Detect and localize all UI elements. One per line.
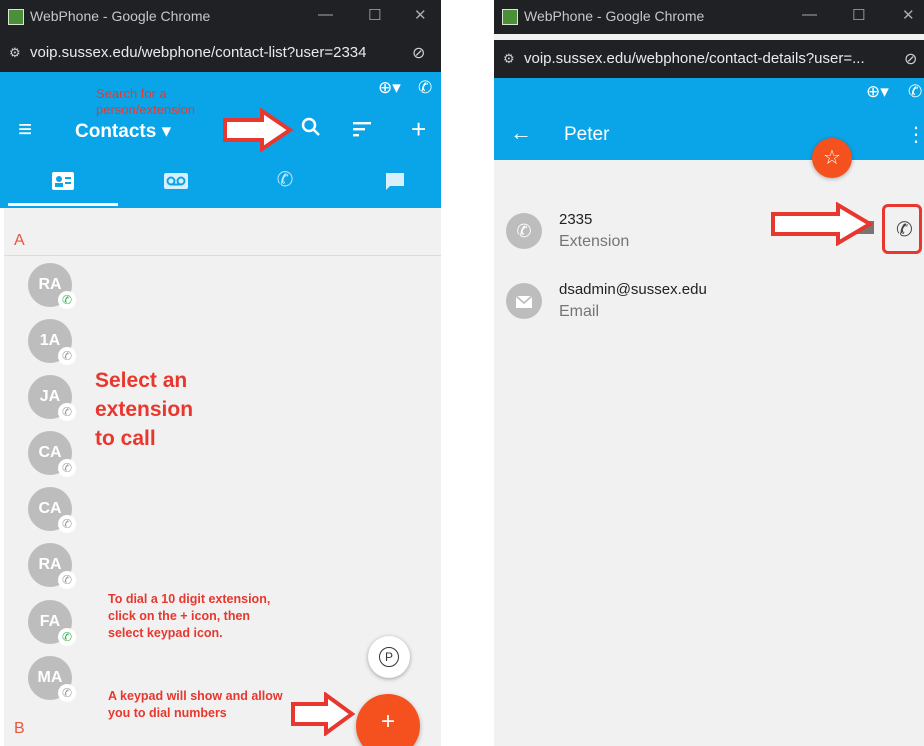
left-browser-window: WebPhone - Google Chrome — ☐ ✕ ⚙ voip.su… [0, 0, 441, 746]
contact-avatar[interactable]: FA ✆ [28, 600, 76, 646]
email-value: dsadmin@sussex.edu [559, 281, 707, 298]
status-row: ⊕▾ ✆ [494, 78, 924, 116]
contact-avatar[interactable]: CA ✆ [28, 431, 76, 477]
presence-phone-icon: ✆ [58, 403, 76, 421]
site-settings-icon[interactable]: ⚙ [503, 51, 515, 67]
red-arrow-icon [223, 108, 294, 152]
contact-avatar[interactable]: RA ✆ [28, 263, 76, 309]
dial-annotation: To dial a 10 digit extension, click on t… [108, 592, 271, 640]
contacts-card-icon [52, 171, 74, 190]
tab-call-history[interactable]: ✆ [230, 158, 340, 206]
tab-voicemail[interactable] [121, 158, 231, 206]
contact-avatar[interactable]: MA ✆ [28, 656, 76, 702]
right-window-title: WebPhone - Google Chrome [524, 8, 705, 24]
contact-avatar[interactable]: RA ✆ [28, 543, 76, 589]
left-window-title: WebPhone - Google Chrome [30, 8, 211, 24]
extension-number: 2335 [559, 211, 593, 228]
email-icon [506, 283, 542, 319]
email-label: Email [559, 303, 600, 320]
presence-phone-icon: ✆ [58, 684, 76, 702]
section-letter-b: B [14, 720, 25, 737]
close-icon[interactable]: ✕ [414, 6, 427, 24]
tab-contacts[interactable] [8, 158, 118, 206]
parking-icon: P [379, 647, 399, 667]
contact-avatar[interactable]: JA ✆ [28, 375, 76, 421]
annotation-line: Select an [95, 369, 188, 392]
chat-icon [386, 172, 404, 190]
minimize-icon[interactable]: — [318, 6, 333, 23]
globe-icon[interactable]: ⊕▾ [378, 78, 401, 98]
call-button-highlight [882, 204, 922, 254]
phone-status-icon[interactable]: ✆ [418, 78, 432, 98]
minimize-icon[interactable]: — [802, 6, 817, 23]
presence-phone-icon: ✆ [58, 628, 76, 646]
contacts-title[interactable]: Contacts ▾ [75, 120, 171, 143]
phone-history-icon: ✆ [276, 169, 294, 191]
search-annotation: Search for a person/extension [96, 86, 196, 117]
parking-fab[interactable]: P [368, 636, 410, 678]
add-contact-icon[interactable]: + [411, 114, 426, 145]
plus-icon: + [380, 708, 395, 735]
maximize-icon[interactable]: ☐ [852, 6, 865, 24]
keypad-annotation: A keypad will show and allow you to dial… [108, 689, 283, 720]
tab-messages[interactable] [340, 158, 441, 206]
presence-phone-icon: ✆ [58, 347, 76, 365]
search-icon[interactable] [300, 116, 322, 144]
annotation-line: extension [95, 398, 194, 421]
left-address-bar[interactable]: ⚙ voip.sussex.edu/webphone/contact-list?… [0, 34, 441, 72]
contact-avatar[interactable]: 1A ✆ [28, 319, 76, 365]
phone-status-icon[interactable]: ✆ [908, 82, 922, 102]
presence-phone-icon: ✆ [58, 571, 76, 589]
close-icon[interactable]: ✕ [902, 6, 915, 24]
more-vert-icon[interactable]: ⋮ [906, 122, 924, 147]
right-toolbar: ← Peter ⋮ [494, 112, 924, 160]
red-arrow-icon [771, 202, 874, 246]
right-browser-window: WebPhone - Google Chrome — ☐ ✕ ⚙ voip.su… [494, 0, 924, 746]
right-url[interactable]: voip.sussex.edu/webphone/contact-details… [524, 50, 865, 67]
hamburger-menu-icon[interactable]: ≡ [18, 116, 32, 144]
select-extension-annotation: Select an extension to call [95, 366, 193, 453]
back-arrow-icon[interactable]: ← [510, 120, 532, 146]
tracking-off-eye-icon[interactable]: ⊘ [904, 49, 917, 69]
section-letter-a: A [14, 232, 25, 249]
voicemail-icon [164, 172, 188, 189]
left-url[interactable]: voip.sussex.edu/webphone/contact-list?us… [30, 44, 366, 61]
phone-icon: ✆ [506, 213, 542, 249]
email-row[interactable]: dsadmin@sussex.edu Email [494, 275, 924, 331]
sort-icon[interactable] [352, 118, 372, 144]
contact-avatar[interactable]: CA ✆ [28, 487, 76, 533]
section-divider [4, 255, 441, 256]
globe-icon[interactable]: ⊕▾ [866, 82, 889, 102]
presence-phone-icon: ✆ [58, 515, 76, 533]
contact-name: Peter [564, 124, 610, 145]
favorite-fab[interactable]: ☆ [812, 138, 852, 178]
presence-phone-icon: ✆ [58, 291, 76, 309]
star-icon: ☆ [823, 147, 841, 169]
right-app-header: ⊕▾ ✆ ← Peter ⋮ [494, 78, 924, 160]
tracking-off-eye-icon[interactable]: ⊘ [412, 43, 425, 63]
right-title-bar: WebPhone - Google Chrome — ☐ ✕ [494, 0, 924, 34]
presence-phone-icon: ✆ [58, 459, 76, 477]
site-settings-icon[interactable]: ⚙ [9, 45, 21, 61]
webphone-favicon-icon [8, 9, 24, 25]
left-tab-bar: ✆ [0, 158, 441, 206]
webphone-favicon-icon [502, 9, 518, 25]
extension-label: Extension [559, 233, 630, 250]
right-address-bar[interactable]: ⚙ voip.sussex.edu/webphone/contact-detai… [494, 40, 924, 78]
maximize-icon[interactable]: ☐ [368, 6, 381, 24]
left-title-bar: WebPhone - Google Chrome — ☐ ✕ [0, 0, 441, 34]
annotation-line: to call [95, 427, 156, 450]
red-arrow-icon [291, 692, 356, 736]
